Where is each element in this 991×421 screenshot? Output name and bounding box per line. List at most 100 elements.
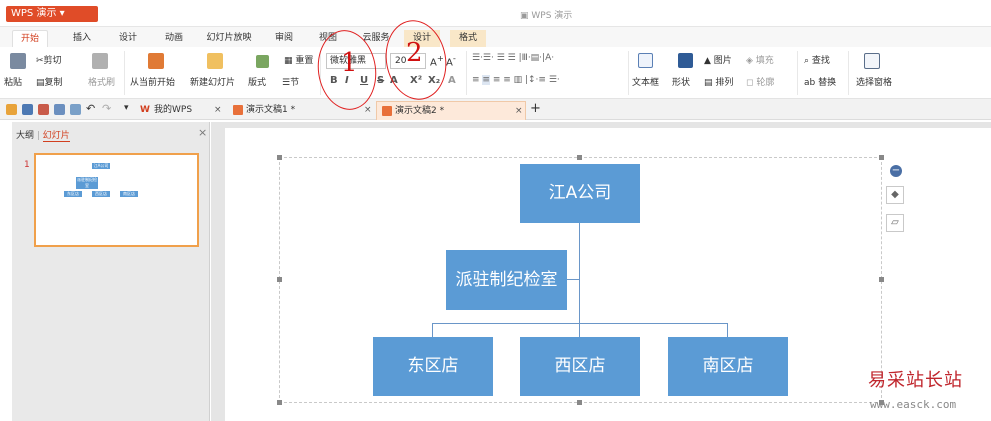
tab-separator: | <box>36 131 43 141</box>
strikethrough-button[interactable]: S <box>377 75 384 86</box>
org-node-south[interactable]: 南区店 <box>668 337 788 396</box>
tab-slideshow[interactable]: 幻灯片放映 <box>202 30 256 47</box>
replace-icon: ab <box>804 78 819 88</box>
org-node-assistant[interactable]: 派驻制纪检室 <box>446 250 567 310</box>
open-icon[interactable] <box>6 104 17 115</box>
copy-button[interactable]: ▤复制 <box>36 75 63 88</box>
arrange-label: 排列 <box>715 78 734 88</box>
close-icon[interactable]: × <box>198 126 207 139</box>
list-buttons[interactable]: ☰·☰· ☰ ☰ |Ⅲ·▤·|A· <box>472 53 554 63</box>
tab-format[interactable]: 格式 <box>450 30 486 47</box>
outline-icon: ◻ <box>746 78 757 88</box>
resize-handle[interactable] <box>277 155 282 160</box>
org-node-top[interactable]: 江A公司 <box>520 164 640 223</box>
print-preview-icon[interactable] <box>70 104 81 115</box>
align-buttons[interactable]: ≡ ≡ ≡ ≡ ▥ |↕·≡ ☰· <box>472 75 560 85</box>
customize-toolbar-icon[interactable]: ▾ <box>124 103 129 113</box>
app-button-label: WPS 演示 <box>11 8 57 19</box>
connector-line <box>579 323 580 337</box>
redo-icon[interactable]: ↷ <box>102 102 111 115</box>
tab-review[interactable]: 审阅 <box>268 30 300 47</box>
picture-button[interactable]: ▲ 图片 <box>704 53 732 66</box>
new-slide-icon[interactable] <box>207 53 223 69</box>
picture-label: 图片 <box>713 56 732 66</box>
shape-button[interactable]: 形状 <box>672 75 690 88</box>
replace-button[interactable]: ab 替换 <box>804 75 836 88</box>
tab-slides[interactable]: 幻灯片 <box>42 131 70 142</box>
org-node-east[interactable]: 东区店 <box>373 337 493 396</box>
document-tab-bar: ↶ ↷ ▾ W 我的WPS × 演示文稿1 * × 演示文稿2 * × + <box>0 99 991 120</box>
close-icon[interactable]: × <box>364 101 372 120</box>
presentation-file-icon <box>382 106 392 116</box>
export-pdf-icon[interactable] <box>38 104 49 115</box>
slides-panel: 大纲 | 幻灯片 × 1 江A公司 派驻制纪检室 东区店 西区店 南区店 <box>12 122 210 421</box>
divider <box>848 51 849 95</box>
window-title-text: WPS 演示 <box>531 11 573 21</box>
fill-button[interactable]: ◈ 填充 <box>746 53 774 66</box>
save-icon[interactable] <box>22 104 33 115</box>
reset-button[interactable]: ▦ 重置 <box>284 53 313 66</box>
smartart-layout-icon[interactable]: ▱ <box>886 214 904 232</box>
annotation-number-1: 1 <box>341 48 358 78</box>
shrink-font-button[interactable]: A- <box>446 53 456 68</box>
resize-handle[interactable] <box>879 155 884 160</box>
resize-handle[interactable] <box>879 277 884 282</box>
doc-tab-presentation-2[interactable]: 演示文稿2 * × <box>376 101 526 120</box>
tab-outline[interactable]: 大纲 <box>16 131 34 141</box>
new-tab-button[interactable]: + <box>530 101 541 116</box>
fill-icon: ◈ <box>746 56 756 66</box>
resize-handle[interactable] <box>577 155 582 160</box>
tab-animation[interactable]: 动画 <box>158 30 190 47</box>
close-icon[interactable]: × <box>515 102 523 121</box>
doc-tab-my-wps[interactable]: W 我的WPS × <box>136 101 228 120</box>
annotation-number-2: 2 <box>406 38 423 68</box>
paste-icon[interactable] <box>10 53 26 69</box>
selection-pane-button[interactable]: 选择窗格 <box>856 75 892 88</box>
arrange-button[interactable]: ▤ 排列 <box>704 75 733 88</box>
slide-thumbnail[interactable]: 江A公司 派驻制纪检室 东区店 西区店 南区店 <box>34 153 199 247</box>
shape-icon[interactable] <box>678 53 693 68</box>
menu-tabs-bar: 开始 插入 设计 动画 幻灯片放映 审阅 视图 云服务 设计 格式 <box>0 27 991 47</box>
undo-icon[interactable]: ↶ <box>86 102 95 115</box>
divider <box>628 51 629 95</box>
from-current-button[interactable]: 从当前开始 <box>130 75 175 88</box>
text-box-icon[interactable] <box>638 53 653 68</box>
clear-format-button[interactable]: A <box>448 75 456 86</box>
resize-handle[interactable] <box>577 400 582 405</box>
format-painter-icon[interactable] <box>92 53 108 69</box>
selection-pane-icon[interactable] <box>864 53 880 69</box>
collapse-icon[interactable]: − <box>890 165 902 177</box>
smartart-style-icon[interactable]: ◆ <box>886 186 904 204</box>
org-node-west[interactable]: 西区店 <box>520 337 640 396</box>
layout-icon[interactable] <box>256 55 269 68</box>
close-icon[interactable]: × <box>214 101 222 120</box>
play-from-current-icon[interactable] <box>148 53 164 69</box>
find-button[interactable]: ⌕ 查找 <box>804 53 830 66</box>
tab-design[interactable]: 设计 <box>112 30 144 47</box>
cut-button[interactable]: ✂剪切 <box>36 53 62 66</box>
wps-app-menu-button[interactable]: WPS 演示 ▾ <box>6 6 98 22</box>
find-label: 查找 <box>811 56 830 66</box>
layout-button[interactable]: 版式 <box>248 75 266 88</box>
new-slide-button[interactable]: 新建幻灯片 <box>190 75 235 88</box>
section-icon: ☰ <box>282 78 291 88</box>
connector-line <box>432 323 433 337</box>
resize-handle[interactable] <box>277 400 282 405</box>
print-icon[interactable] <box>54 104 65 115</box>
connector-line <box>432 323 728 324</box>
outline-button[interactable]: ◻ 轮廓 <box>746 75 774 88</box>
tab-home[interactable]: 开始 <box>12 30 48 47</box>
title-bar: WPS 演示 ▾ ▣ WPS 演示 <box>0 0 991 27</box>
scissors-icon: ✂ <box>36 56 44 66</box>
copy-icon: ▤ <box>36 78 45 88</box>
thumb-node-west: 西区店 <box>92 191 110 197</box>
format-painter-button[interactable]: 格式刷 <box>88 75 115 88</box>
section-button[interactable]: ☰节 <box>282 75 299 88</box>
ribbon: 粘贴 ✂剪切 ▤复制 格式刷 从当前开始 新建幻灯片 版式 ▦ 重置 ☰节 微软… <box>0 47 991 99</box>
tab-insert[interactable]: 插入 <box>66 30 98 47</box>
text-box-button[interactable]: 文本框 <box>632 75 659 88</box>
divider <box>124 51 125 95</box>
resize-handle[interactable] <box>277 277 282 282</box>
paste-button[interactable]: 粘贴 <box>4 75 22 88</box>
thumb-node-south: 南区店 <box>120 191 138 197</box>
